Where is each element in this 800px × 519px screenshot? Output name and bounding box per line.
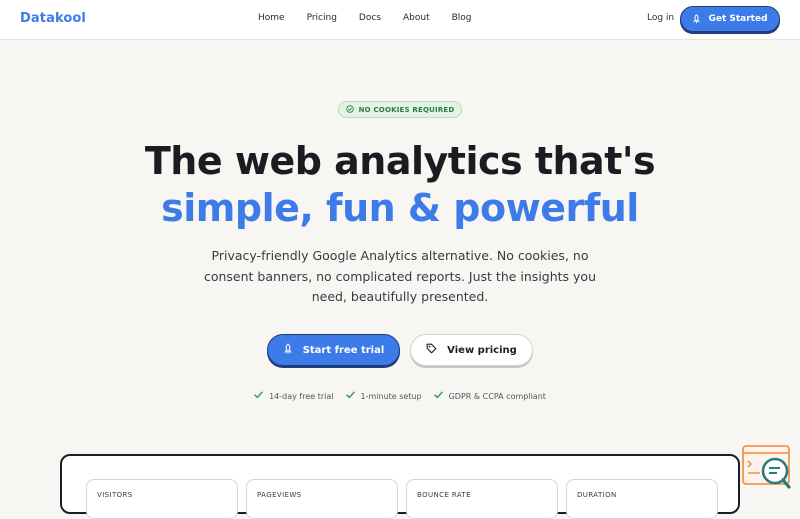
shield-icon: [345, 104, 354, 115]
login-link[interactable]: Log in: [647, 13, 674, 23]
get-started-label: Get Started: [708, 14, 768, 24]
view-pricing-button[interactable]: View pricing: [410, 334, 533, 366]
feature-item: GDPR & CCPA compliant: [433, 391, 546, 401]
dashboard-preview: VISITORS PAGEVIEWS BOUNCE RATE DURATION: [60, 454, 740, 519]
nav-link-home[interactable]: Home: [258, 13, 285, 23]
metric-card-duration: DURATION: [566, 479, 718, 519]
metric-label: DURATION: [577, 491, 617, 499]
feature-label: 14-day free trial: [269, 391, 334, 401]
nav-links: Home Pricing Docs About Blog: [258, 13, 472, 23]
metric-card-bounce-rate: BOUNCE RATE: [406, 479, 558, 519]
nav-link-blog[interactable]: Blog: [452, 13, 472, 23]
feature-label: 1-minute setup: [360, 391, 422, 401]
feature-item: 1-minute setup: [345, 391, 422, 401]
start-free-trial-button[interactable]: Start free trial: [267, 334, 400, 366]
nav-link-pricing[interactable]: Pricing: [307, 13, 337, 23]
rocket-icon: [692, 14, 701, 24]
check-icon: [345, 391, 355, 401]
metric-label: BOUNCE RATE: [417, 491, 472, 499]
check-icon: [433, 391, 443, 401]
rocket-icon: [283, 342, 293, 358]
top-nav: Datakool Home Pricing Docs About Blog Lo…: [0, 0, 800, 40]
view-pricing-label: View pricing: [447, 344, 517, 356]
nav-link-about[interactable]: About: [403, 13, 430, 23]
brand-logo[interactable]: Datakool: [20, 11, 86, 26]
feature-list: 14-day free trial 1-minute setup GDPR & …: [0, 391, 800, 401]
no-cookies-badge: NO COOKIES REQUIRED: [338, 101, 462, 118]
check-icon: [254, 391, 263, 401]
search-chat-widget[interactable]: [742, 445, 792, 491]
feature-label: GDPR & CCPA compliant: [448, 391, 546, 401]
nav-link-docs[interactable]: Docs: [359, 13, 381, 23]
get-started-button[interactable]: Get Started: [680, 6, 780, 32]
hero-title: The web analytics that's: [144, 139, 656, 183]
tag-icon: [426, 343, 437, 357]
metric-label: PAGEVIEWS: [257, 491, 302, 499]
start-free-trial-label: Start free trial: [302, 344, 385, 356]
badge-label: NO COOKIES REQUIRED: [358, 105, 455, 114]
hero-subtitle: Privacy-friendly Google Analytics altern…: [203, 248, 597, 304]
search-chat-icon: [742, 445, 792, 495]
metric-card-pageviews: PAGEVIEWS: [246, 479, 398, 519]
feature-item: 14-day free trial: [254, 391, 334, 401]
hero-title-accent: simple, fun & powerful: [161, 186, 639, 230]
metric-card-visitors: VISITORS: [86, 479, 238, 519]
metric-label: VISITORS: [97, 491, 133, 499]
